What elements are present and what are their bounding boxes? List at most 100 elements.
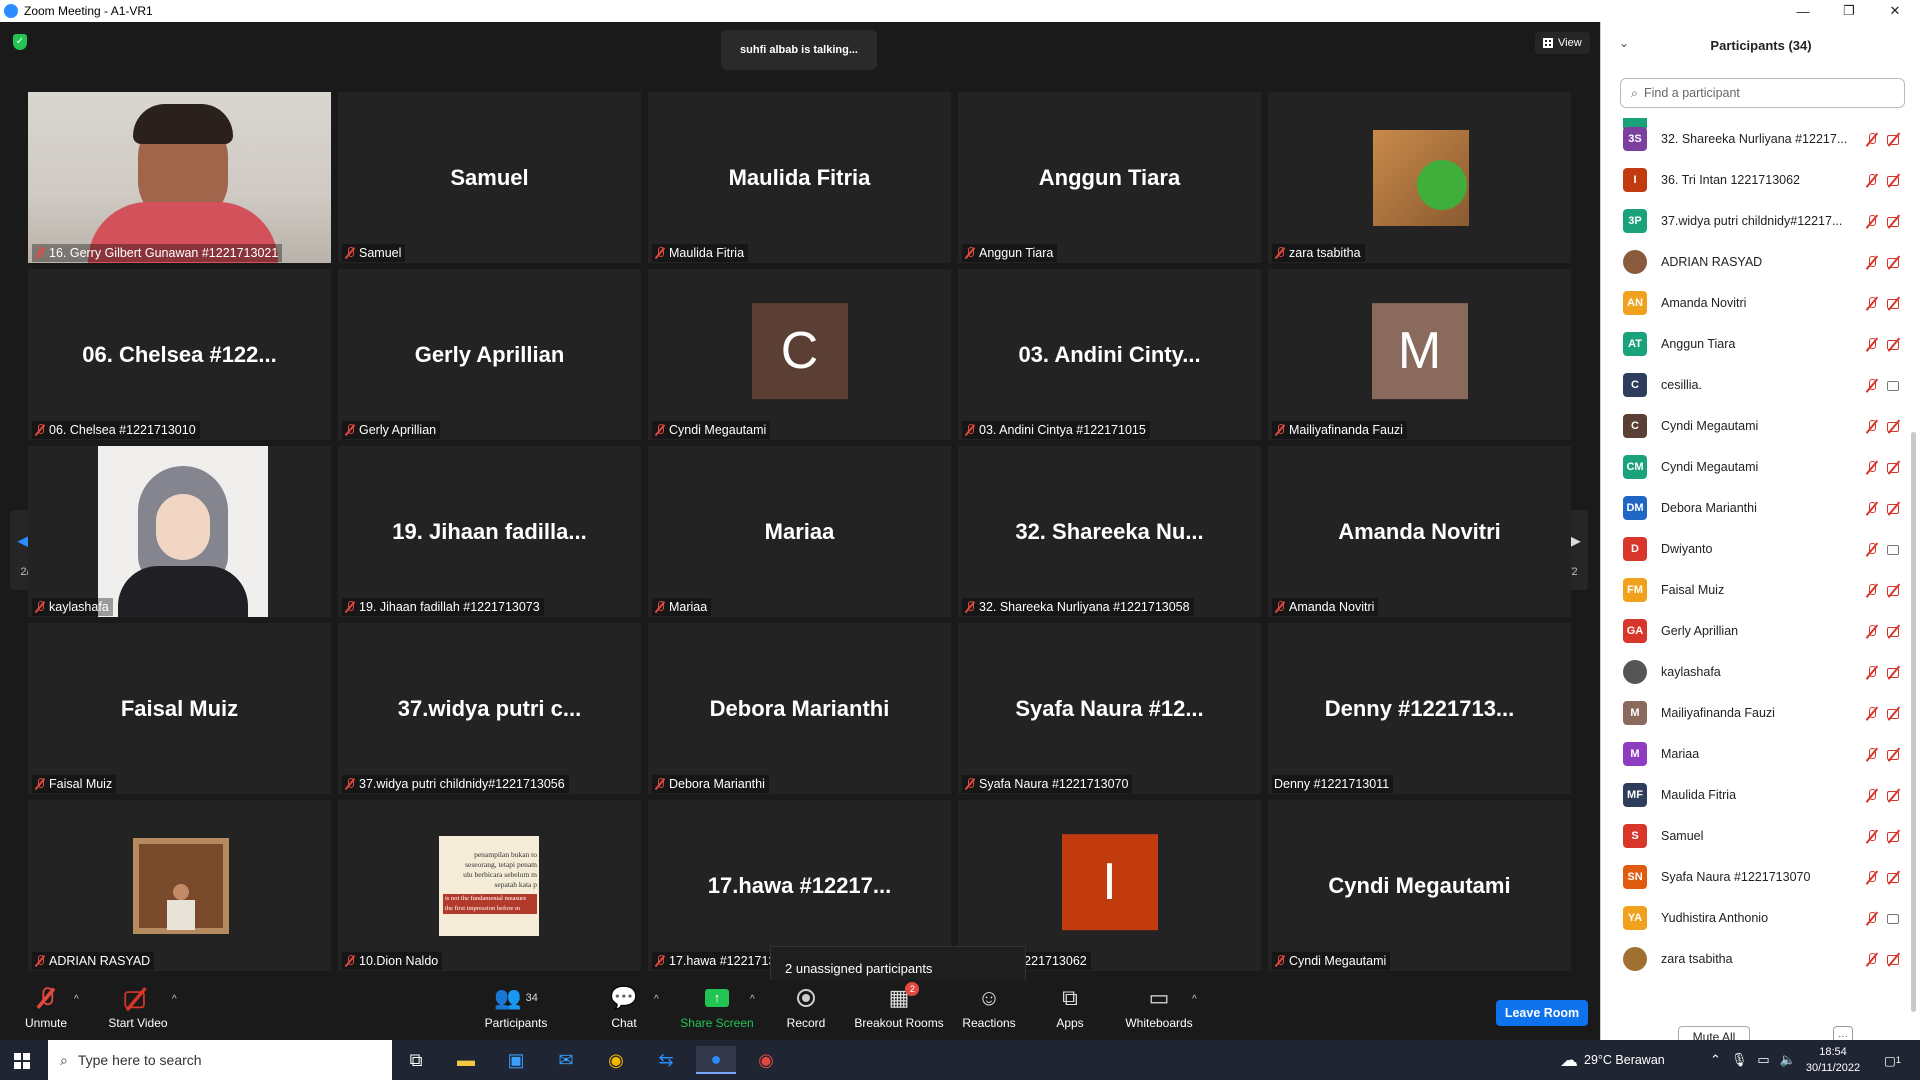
- chrome-icon[interactable]: ◉: [596, 1046, 636, 1074]
- microphone-muted-icon[interactable]: [1865, 337, 1879, 351]
- participant-row[interactable]: M Mariaa: [1623, 739, 1903, 769]
- microphone-muted-icon[interactable]: [1865, 952, 1879, 966]
- microphone-muted-icon[interactable]: [1865, 911, 1879, 925]
- encryption-shield-icon[interactable]: ✓: [13, 34, 27, 50]
- camera-off-icon[interactable]: [1887, 624, 1903, 638]
- video-tile[interactable]: 16. Gerry Gilbert Gunawan #1221713021: [28, 92, 331, 263]
- microphone-muted-icon[interactable]: [1865, 706, 1879, 720]
- video-tile[interactable]: M Mailiyafinanda Fauzi: [1268, 269, 1571, 440]
- camera-off-icon[interactable]: [1887, 173, 1903, 187]
- video-tile[interactable]: 32. Shareeka Nu... 32. Shareeka Nurliyana…: [958, 446, 1261, 617]
- microphone-tray-icon[interactable]: 🎙: [1731, 1052, 1748, 1068]
- video-tile[interactable]: Maulida Fitria Maulida Fitria: [648, 92, 951, 263]
- participant-row[interactable]: kaylashafa: [1623, 657, 1903, 687]
- unmute-button[interactable]: Unmute: [22, 984, 70, 1038]
- video-tile[interactable]: Faisal Muiz Faisal Muiz: [28, 623, 331, 794]
- camera-off-icon[interactable]: [1887, 583, 1903, 597]
- microphone-muted-icon[interactable]: [1865, 296, 1879, 310]
- microphone-muted-icon[interactable]: [1865, 747, 1879, 761]
- participant-row[interactable]: AT Anggun Tiara: [1623, 329, 1903, 359]
- participant-row[interactable]: 3S 32. Shareeka Nurliyana #12217...: [1623, 124, 1903, 154]
- task-view-icon[interactable]: ⧉: [396, 1046, 436, 1074]
- video-tile[interactable]: Denny #1221713... Denny #1221713011: [1268, 623, 1571, 794]
- participant-row[interactable]: M Mailiyafinanda Fauzi: [1623, 698, 1903, 728]
- video-tile[interactable]: penampilan bukan to seseorang, tetapi pe…: [338, 800, 641, 971]
- camera-off-icon[interactable]: [1887, 337, 1903, 351]
- microphone-muted-icon[interactable]: [1865, 583, 1879, 597]
- chat-options-caret-icon[interactable]: ^: [654, 994, 659, 1005]
- video-tile[interactable]: 06. Chelsea #122... 06. Chelsea #12217130…: [28, 269, 331, 440]
- video-tile[interactable]: Gerly Aprillian Gerly Aprillian: [338, 269, 641, 440]
- weather-widget[interactable]: ☁ 29°C Berawan: [1560, 1040, 1665, 1080]
- whiteboard-options-caret-icon[interactable]: ^: [1192, 994, 1197, 1005]
- video-tile[interactable]: 37.widya putri c... 37.widya putri childn…: [338, 623, 641, 794]
- participant-row[interactable]: GA Gerly Aprillian: [1623, 616, 1903, 646]
- video-tile[interactable]: Amanda Novitri Amanda Novitri: [1268, 446, 1571, 617]
- camera-off-icon[interactable]: [1887, 214, 1903, 228]
- close-button[interactable]: ✕: [1872, 0, 1918, 22]
- participants-button[interactable]: 👥 34 Participants: [480, 984, 552, 1038]
- video-tile[interactable]: C Cyndi Megautami: [648, 269, 951, 440]
- video-tile[interactable]: 19. Jihaan fadilla... 19. Jihaan fadillah…: [338, 446, 641, 617]
- tray-overflow-icon[interactable]: ⌃: [1710, 1052, 1721, 1068]
- microphone-muted-icon[interactable]: [1865, 460, 1879, 474]
- microphone-muted-icon[interactable]: [1865, 870, 1879, 884]
- camera-off-icon[interactable]: [1887, 419, 1903, 433]
- camera-off-icon[interactable]: [1887, 870, 1903, 884]
- video-tile[interactable]: ADRIAN RASYAD: [28, 800, 331, 971]
- microphone-muted-icon[interactable]: [1865, 788, 1879, 802]
- participant-row[interactable]: DM Debora Marianthi: [1623, 493, 1903, 523]
- camera-off-icon[interactable]: [1887, 255, 1903, 269]
- participant-row[interactable]: C Cyndi Megautami: [1623, 411, 1903, 441]
- participant-row[interactable]: FM Faisal Muiz: [1623, 575, 1903, 605]
- notification-center-icon[interactable]: ▢ 1: [1884, 1040, 1901, 1080]
- windows-start-icon[interactable]: [14, 1053, 30, 1069]
- participant-row[interactable]: S Samuel: [1623, 821, 1903, 851]
- microphone-muted-icon[interactable]: [1865, 624, 1879, 638]
- participant-row[interactable]: I 36. Tri Intan 1221713062: [1623, 165, 1903, 195]
- camera-off-icon[interactable]: [1887, 952, 1903, 966]
- participant-row[interactable]: D Dwiyanto: [1623, 534, 1903, 564]
- microphone-muted-icon[interactable]: [1865, 501, 1879, 515]
- minimize-button[interactable]: —: [1780, 0, 1826, 22]
- whiteboards-button[interactable]: ▭ Whiteboards: [1124, 984, 1194, 1038]
- participant-row[interactable]: ADRIAN RASYAD: [1623, 247, 1903, 277]
- camera-off-icon[interactable]: [1887, 665, 1903, 679]
- camera-off-icon[interactable]: [1887, 706, 1903, 720]
- participant-row[interactable]: YA Yudhistira Anthonio: [1623, 903, 1903, 933]
- network-icon[interactable]: ▭: [1757, 1052, 1769, 1068]
- file-explorer-icon[interactable]: ▬: [446, 1046, 486, 1074]
- microphone-muted-icon[interactable]: [1865, 665, 1879, 679]
- microphone-muted-icon[interactable]: [1865, 132, 1879, 146]
- camera-off-icon[interactable]: [1887, 132, 1903, 146]
- video-tile[interactable]: zara tsabitha: [1268, 92, 1571, 263]
- volume-icon[interactable]: 🔈: [1780, 1052, 1796, 1068]
- participant-row[interactable]: CM Cyndi Megautami: [1623, 452, 1903, 482]
- microphone-muted-icon[interactable]: [1865, 419, 1879, 433]
- microphone-muted-icon[interactable]: [1865, 542, 1879, 556]
- participant-row[interactable]: 3P 37.widya putri childnidy#12217...: [1623, 206, 1903, 236]
- camera-off-icon[interactable]: [1887, 788, 1903, 802]
- participant-row[interactable]: SN Syafa Naura #1221713070: [1623, 862, 1903, 892]
- system-clock[interactable]: 18:54 30/11/2022: [1798, 1044, 1868, 1076]
- start-video-button[interactable]: Start Video: [108, 984, 168, 1038]
- camera-icon[interactable]: [1887, 911, 1903, 925]
- maximize-button[interactable]: ❐: [1826, 0, 1872, 22]
- microphone-muted-icon[interactable]: [1865, 214, 1879, 228]
- video-tile[interactable]: Mariaa Mariaa: [648, 446, 951, 617]
- video-options-caret-icon[interactable]: ^: [172, 994, 177, 1005]
- microphone-muted-icon[interactable]: [1865, 173, 1879, 187]
- camera-off-icon[interactable]: [1887, 501, 1903, 515]
- participant-row[interactable]: AN Amanda Novitri: [1623, 288, 1903, 318]
- microphone-muted-icon[interactable]: [1865, 378, 1879, 392]
- zoom-taskbar-icon[interactable]: ●: [696, 1046, 736, 1074]
- video-tile[interactable]: Syafa Naura #12... Syafa Naura #122171307…: [958, 623, 1261, 794]
- participant-row[interactable]: zara tsabitha: [1623, 944, 1903, 974]
- reactions-button[interactable]: ☺ Reactions: [962, 984, 1016, 1038]
- participant-list-scrollbar[interactable]: [1911, 432, 1916, 1012]
- audio-options-caret-icon[interactable]: ^: [74, 994, 79, 1005]
- chat-button[interactable]: 💬 Chat: [604, 984, 644, 1038]
- leave-room-button[interactable]: Leave Room: [1496, 1000, 1588, 1026]
- participant-search-input[interactable]: ⌕ Find a participant: [1620, 78, 1905, 108]
- chrome-profile-icon[interactable]: ◉: [746, 1046, 786, 1074]
